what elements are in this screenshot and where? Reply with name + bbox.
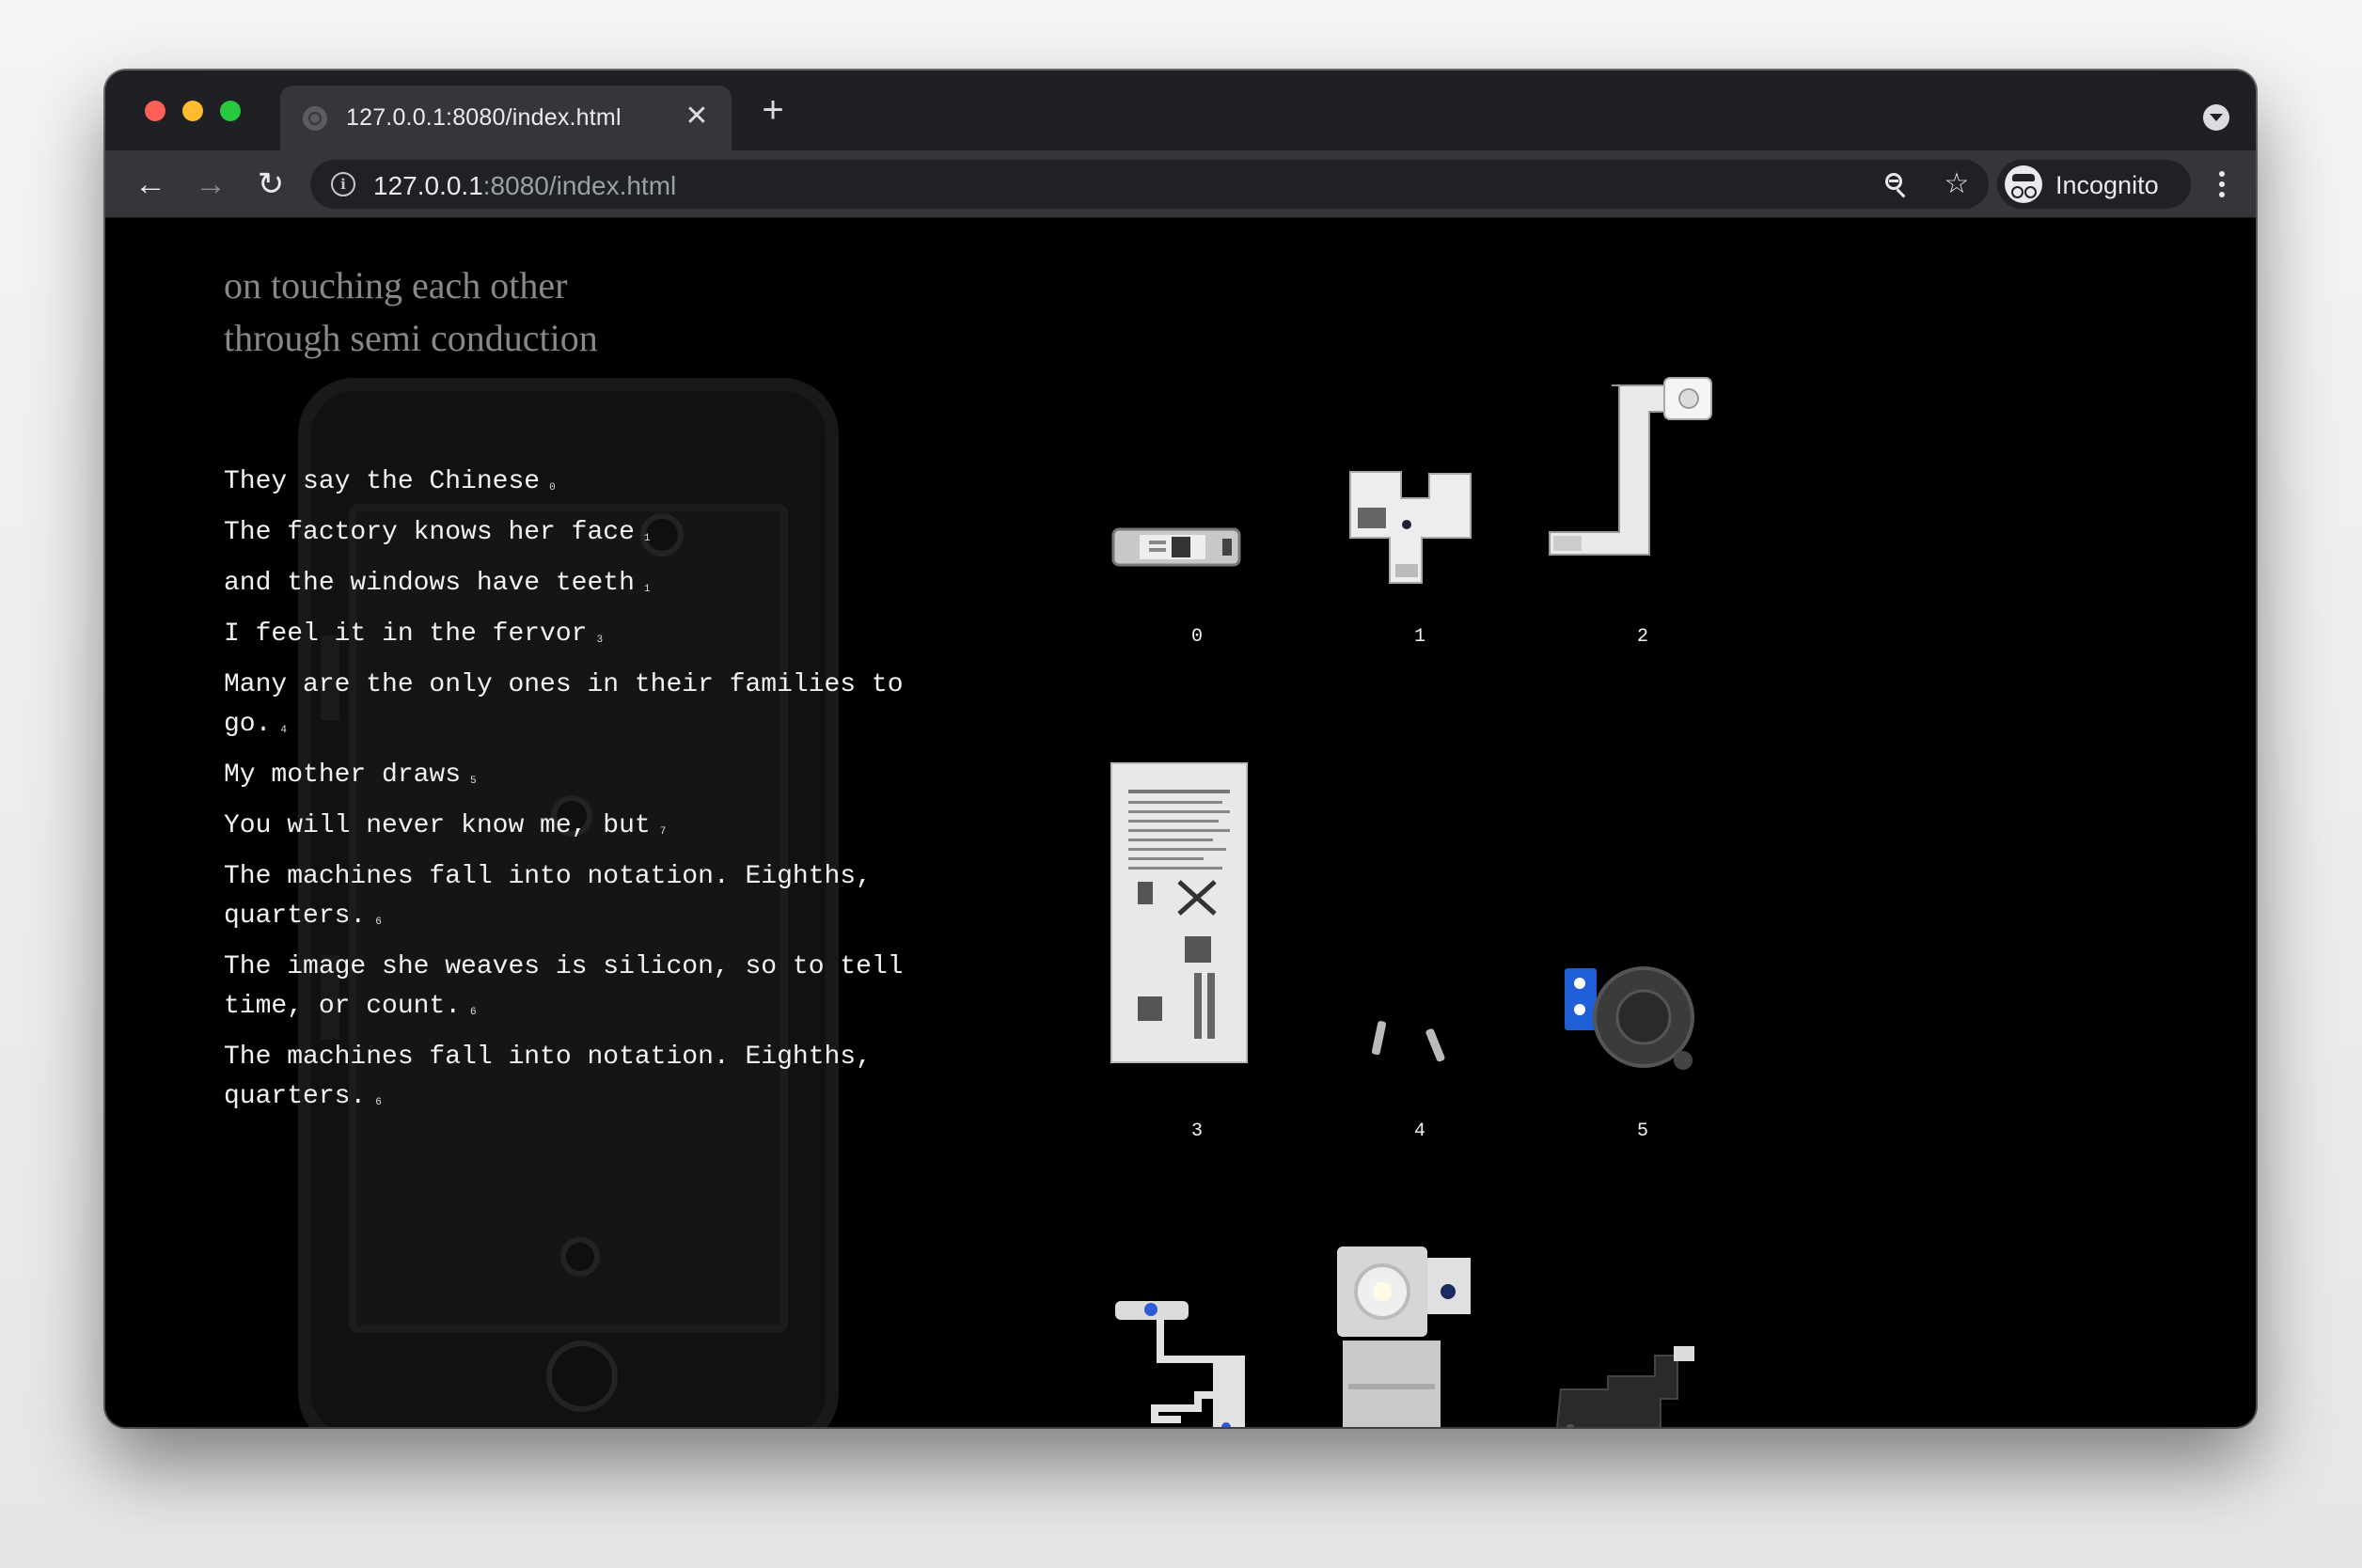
reload-icon[interactable]: ↻ — [250, 164, 291, 205]
component-image-3[interactable] — [1110, 761, 1249, 1064]
tab-search-icon[interactable] — [2203, 104, 2229, 131]
component-label-0: 0 — [1190, 626, 1203, 648]
poem-line: and the windows have teeth 1 — [224, 569, 651, 598]
component-image-4[interactable] — [1356, 1017, 1459, 1074]
close-window-button[interactable] — [145, 101, 165, 121]
component-image-5[interactable] — [1561, 963, 1711, 1079]
star-icon[interactable]: ☆ — [1940, 167, 1974, 201]
component-label-1: 1 — [1413, 626, 1425, 648]
page-title-line-2: through semi conduction — [224, 317, 598, 359]
component-image-0[interactable] — [1111, 524, 1243, 571]
component-label-5: 5 — [1636, 1121, 1648, 1142]
close-tab-button[interactable]: ✕ — [681, 101, 713, 133]
component-image-2[interactable] — [1546, 374, 1715, 590]
zoom-window-button[interactable] — [220, 101, 241, 121]
forward-arrow-icon[interactable]: → — [190, 164, 231, 205]
page-title-line-1: on touching each other — [224, 264, 568, 306]
globe-icon — [303, 106, 327, 131]
more-vert-icon[interactable] — [2208, 164, 2236, 205]
back-arrow-icon[interactable]: ← — [130, 164, 171, 205]
poem-line: The image she weaves is silicon, so to t… — [224, 952, 904, 1021]
component-image-7[interactable] — [1335, 1243, 1476, 1427]
component-image-6[interactable] — [1113, 1297, 1264, 1427]
tab-bar: 127.0.0.1:8080/index.html ✕ + — [105, 71, 2256, 150]
poem-line: You will never know me, but 7 — [224, 811, 667, 840]
incognito-profile-button[interactable]: Incognito — [1997, 160, 2191, 209]
minimize-window-button[interactable] — [182, 101, 203, 121]
zoom-out-icon[interactable] — [1880, 167, 1913, 201]
incognito-label: Incognito — [2055, 171, 2159, 199]
poem-line: The machines fall into notation. Eighths… — [224, 1043, 872, 1111]
new-tab-button[interactable]: + — [754, 91, 792, 131]
incognito-icon — [2005, 165, 2042, 203]
active-tab[interactable]: 127.0.0.1:8080/index.html ✕ — [280, 86, 732, 150]
poem-line: Many are the only ones in their families… — [224, 670, 904, 739]
poem: They say the Chinese 0 The factory knows … — [224, 463, 938, 1128]
tab-title: 127.0.0.1:8080/index.html — [346, 104, 622, 131]
poem-line: They say the Chinese 0 — [224, 467, 556, 496]
component-image-1[interactable] — [1345, 470, 1476, 592]
poem-line: I feel it in the fervor 3 — [224, 619, 604, 649]
url-text[interactable]: 127.0.0.1:8080/index.html — [373, 171, 676, 201]
poem-line: The machines fall into notation. Eighths… — [224, 862, 872, 931]
url-host: 127.0.0.1 — [373, 171, 483, 200]
info-icon[interactable]: i — [331, 172, 355, 196]
page-content: on touching each other through semi cond… — [105, 218, 2256, 1427]
component-label-3: 3 — [1190, 1121, 1203, 1142]
component-label-4: 4 — [1413, 1121, 1425, 1142]
poem-line: The factory knows her face 1 — [224, 518, 651, 547]
component-image-8[interactable] — [1551, 1342, 1721, 1427]
browser-window: 127.0.0.1:8080/index.html ✕ + ← → ↻ i 12… — [105, 71, 2256, 1427]
toolbar: ← → ↻ i 127.0.0.1:8080/index.html ☆ Inco… — [105, 150, 2256, 218]
url-path: :8080/index.html — [482, 171, 677, 200]
poem-line: My mother draws 5 — [224, 760, 477, 790]
component-label-2: 2 — [1636, 626, 1648, 648]
address-bar[interactable]: i 127.0.0.1:8080/index.html ☆ — [310, 160, 1989, 209]
